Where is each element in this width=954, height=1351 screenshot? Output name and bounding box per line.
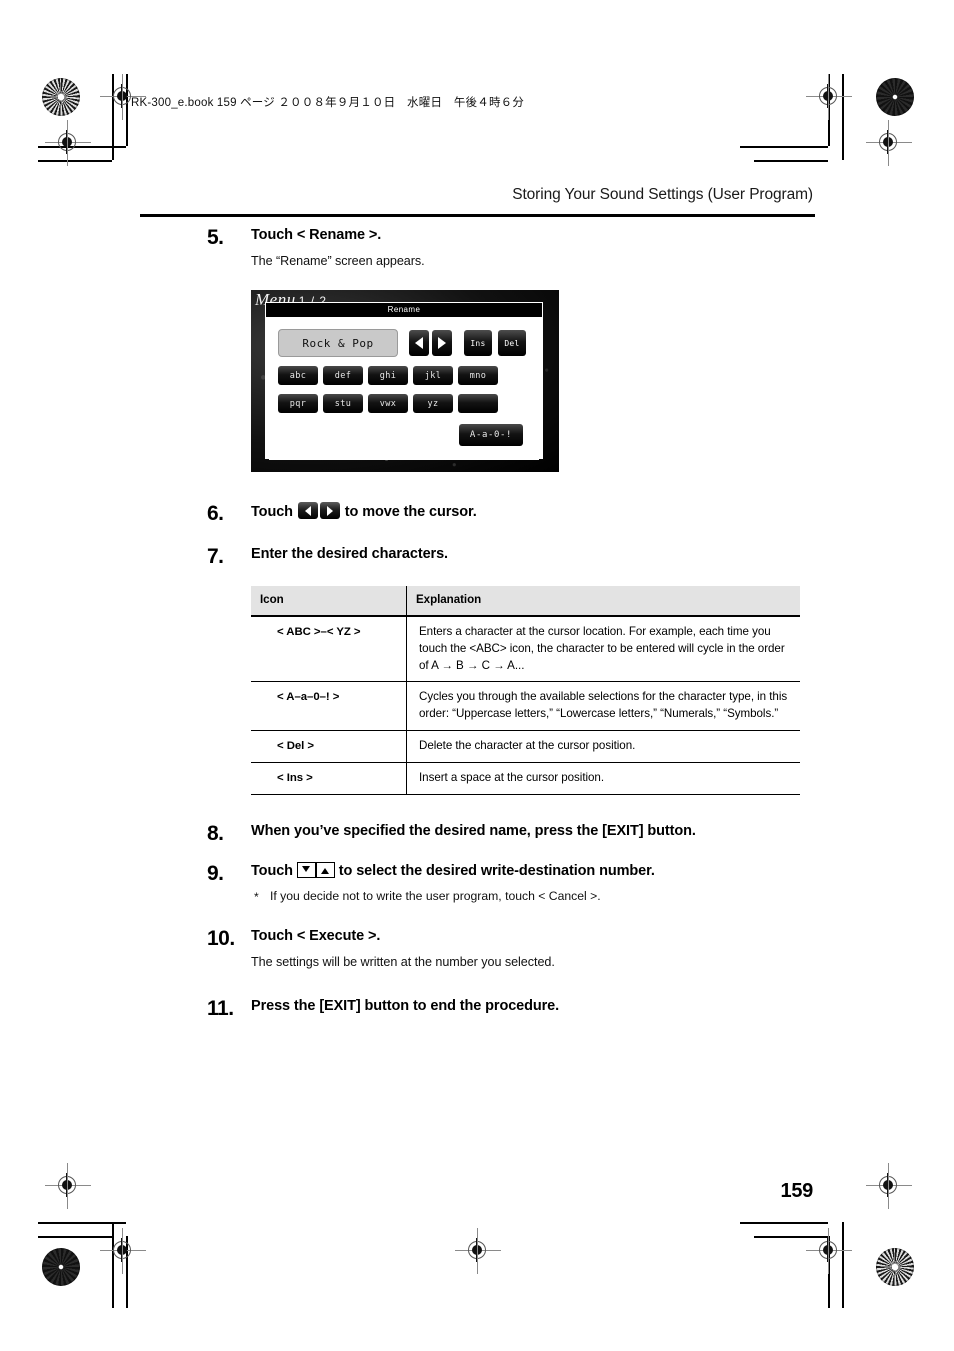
- cursor-left-button[interactable]: [409, 330, 429, 357]
- step-7: 7. Enter the desired characters.: [207, 545, 847, 568]
- running-head-title: Storing Your Sound Settings (User Progra…: [512, 186, 813, 203]
- registration-cross-top-right: [806, 74, 852, 120]
- document-page: RK-300_e.book 159 ページ ２００８年９月１０日 水曜日 午後４…: [0, 0, 954, 1351]
- rename-dialog: Rename Rock & Pop Ins Del abc def ghi jk…: [265, 302, 543, 461]
- step-8: 8. When you’ve specified the desired nam…: [207, 822, 847, 845]
- registration-cross-bottom-center: [455, 1228, 501, 1274]
- step-11: 11. Press the [EXIT] button to end the p…: [207, 997, 847, 1020]
- right-arrow-icon: [319, 502, 340, 520]
- registration-cross-left-top: [45, 120, 91, 166]
- table-cell-icon: < Ins >: [251, 762, 407, 795]
- registration-target-top-left: [42, 78, 80, 116]
- rename-dialog-title: Rename: [266, 303, 542, 318]
- registration-cross-bottom-right: [806, 1228, 852, 1274]
- table-cell-icon: < A–a–0–! >: [251, 681, 407, 731]
- step-11-number: 11.: [207, 996, 234, 1020]
- print-slug-line: RK-300_e.book 159 ページ ２００８年９月１０日 水曜日 午後４…: [131, 97, 525, 109]
- registration-cross-right-bottom: [866, 1163, 912, 1209]
- step-10-description: The settings will be written at the numb…: [251, 955, 555, 970]
- step-5-number: 5.: [207, 226, 224, 249]
- table-body: < ABC >–< YZ > Enters a character at the…: [251, 615, 800, 795]
- key-yz[interactable]: yz: [413, 394, 453, 414]
- key-jkl[interactable]: jkl: [413, 366, 453, 386]
- step-10-number: 10.: [207, 927, 235, 951]
- step-10: 10. Touch < Execute >. The settings will…: [207, 927, 847, 971]
- step-10-title: Touch < Execute >.: [251, 928, 381, 945]
- table-head: Icon Explanation: [251, 586, 800, 617]
- step-8-number: 8.: [207, 821, 224, 845]
- step-7-number: 7.: [207, 545, 224, 569]
- table-cell-explanation: Insert a space at the cursor position.: [406, 762, 800, 795]
- key-abc[interactable]: abc: [278, 366, 318, 386]
- step-5-description: The “Rename” screen appears.: [251, 253, 425, 268]
- rename-dialog-body: Rock & Pop Ins Del abc def ghi jkl mno p…: [269, 319, 539, 461]
- step-9: 9. Touch to select the desired write-des…: [207, 862, 847, 905]
- table-row: < ABC >–< YZ > Enters a character at the…: [251, 615, 800, 683]
- table-row: < Del > Delete the character at the curs…: [251, 730, 800, 763]
- key-def[interactable]: def: [323, 366, 363, 386]
- key-blank[interactable]: [458, 394, 498, 414]
- left-arrow-icon: [297, 502, 318, 520]
- table-header-row: Icon Explanation: [251, 586, 800, 617]
- step-7-title: Enter the desired characters.: [251, 546, 448, 563]
- down-arrow-icon: [296, 862, 316, 879]
- table-cell-explanation: Cycles you through the available selecti…: [406, 681, 800, 731]
- ins-button[interactable]: Ins: [464, 330, 492, 357]
- step-9-title: Touch to select the desired write-destin…: [251, 862, 847, 881]
- table-header-icon: Icon: [251, 586, 407, 617]
- cursor-right-button[interactable]: [432, 330, 452, 357]
- step-6-title-after: to move the cursor.: [344, 504, 477, 521]
- registration-target-top-right: [876, 78, 914, 116]
- registration-cross-left-bottom: [45, 1163, 91, 1209]
- table-cell-icon: < ABC >–< YZ >: [251, 615, 407, 683]
- header-rule: [140, 214, 815, 217]
- table-row: < A–a–0–! > Cycles you through the avail…: [251, 681, 800, 731]
- step-6-number: 6.: [207, 502, 224, 526]
- step-9-title-after: to select the desired write-destination …: [338, 863, 655, 880]
- main-content: 5. Touch < Rename >. The “Rename” screen…: [207, 226, 847, 1020]
- note-asterisk: *: [254, 890, 259, 905]
- key-mno[interactable]: mno: [458, 366, 498, 386]
- up-arrow-icon: [315, 862, 335, 879]
- step-9-note-text: If you decide not to write the user prog…: [270, 889, 601, 904]
- step-9-number: 9.: [207, 862, 224, 886]
- del-button[interactable]: Del: [498, 330, 526, 357]
- step-11-title: Press the [EXIT] button to end the proce…: [251, 997, 560, 1014]
- table-cell-icon: < Del >: [251, 730, 407, 763]
- registration-target-bottom-left: [42, 1248, 80, 1286]
- key-ghi[interactable]: ghi: [368, 366, 408, 386]
- page-number: 159: [780, 1180, 814, 1202]
- registration-cross-bottom-left: [100, 1228, 146, 1274]
- table-cell-explanation: Delete the character at the cursor posit…: [406, 730, 800, 763]
- key-vwx[interactable]: vwx: [368, 394, 408, 414]
- step-6-title: Touch to move the cursor.: [251, 502, 847, 522]
- rename-screen-figure: Menu 1 / 2 Rename Rock & Pop Ins Del abc …: [251, 290, 559, 473]
- name-text-field[interactable]: Rock & Pop: [278, 329, 398, 358]
- step-5-title: Touch < Rename >.: [251, 227, 382, 243]
- key-pqr[interactable]: pqr: [278, 394, 318, 414]
- step-6: 6. Touch to move the cursor.: [207, 502, 847, 525]
- charset-cycle-button[interactable]: A-a-0-!: [459, 424, 523, 447]
- step-5: 5. Touch < Rename >. The “Rename” screen…: [207, 226, 847, 270]
- key-stu[interactable]: stu: [323, 394, 363, 414]
- icon-explanation-table: Icon Explanation < ABC >–< YZ > Enters a…: [251, 586, 800, 795]
- table-row: < Ins > Insert a space at the cursor pos…: [251, 762, 800, 795]
- registration-cross-right-top: [866, 120, 912, 166]
- step-6-title-before: Touch: [251, 504, 293, 521]
- table-cell-explanation: Enters a character at the cursor locatio…: [406, 615, 800, 683]
- registration-target-bottom-right: [876, 1248, 914, 1286]
- table-header-explanation: Explanation: [406, 586, 800, 617]
- step-9-note: * If you decide not to write the user pro…: [251, 888, 847, 905]
- step-8-title: When you’ve specified the desired name, …: [251, 822, 696, 839]
- step-9-title-before: Touch: [251, 863, 293, 880]
